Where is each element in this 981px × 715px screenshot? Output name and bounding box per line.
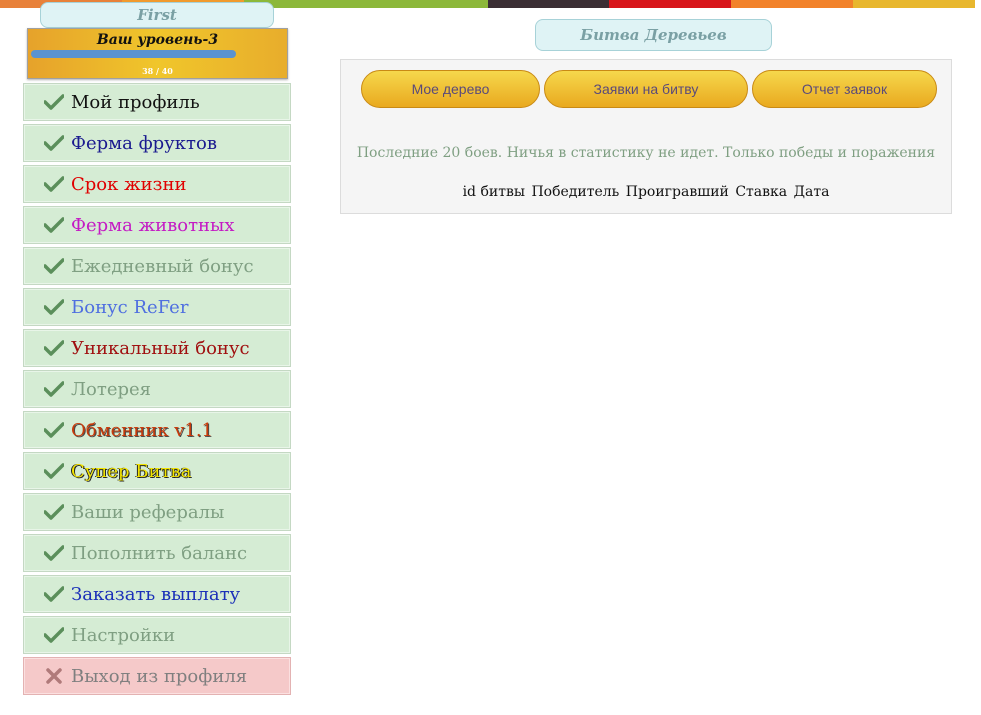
sidebar-item-fruit-farm[interactable]: Ферма фруктов (23, 124, 291, 162)
check-icon (44, 381, 64, 397)
sidebar-item-daily-bonus[interactable]: Ежедневный бонус (23, 247, 291, 285)
sidebar-item-top-up[interactable]: Пополнить баланс (23, 534, 291, 572)
sidebar-item-logout[interactable]: Выход из профиля (23, 657, 291, 695)
sidebar-item-label: Лотерея (71, 378, 151, 400)
check-icon (44, 586, 64, 602)
check-icon (44, 258, 64, 274)
check-icon (44, 135, 64, 151)
close-icon (46, 668, 62, 684)
check-icon (44, 463, 64, 479)
sidebar-item-withdraw[interactable]: Заказать выплату (23, 575, 291, 613)
page-title: Битва Деревьев (535, 19, 772, 51)
sidebar-item-animal-farm[interactable]: Ферма животных (23, 206, 291, 244)
battle-panel: Мое дерево Заявки на битву Отчет заявок … (340, 59, 952, 214)
sidebar-item-label: Ваши рефералы (71, 501, 225, 523)
sidebar-item-label: Ежедневный бонус (71, 255, 254, 277)
check-icon (44, 94, 64, 110)
sidebar-item-label: Мой профиль (71, 91, 200, 113)
sidebar-item-label: Выход из профиля (71, 665, 248, 687)
sidebar-menu: Мой профиль Ферма фруктов Срок жизни Фер… (23, 83, 291, 698)
level-panel: Ваш уровень-3 38 / 40 (27, 28, 288, 79)
sidebar-item-label: Ферма фруктов (71, 132, 217, 154)
check-icon (44, 422, 64, 438)
sidebar-item-label: Заказать выплату (71, 583, 241, 605)
sidebar-item-exchanger[interactable]: Обменник v1.1 (23, 411, 291, 449)
sidebar-item-label: Ферма животных (71, 214, 235, 236)
table-header-row: id битвы Победитель Проигравший Ставка Д… (341, 184, 951, 200)
check-icon (44, 545, 64, 561)
column-header: id битвы (462, 184, 525, 200)
column-header: Дата (793, 184, 830, 200)
check-icon (44, 176, 64, 192)
color-segment (853, 0, 975, 8)
sidebar-item-settings[interactable]: Настройки (23, 616, 291, 654)
column-header: Ставка (735, 184, 788, 200)
column-header: Проигравший (625, 184, 729, 200)
check-icon (44, 217, 64, 233)
sidebar-item-label: Срок жизни (71, 173, 187, 195)
level-progress-bar (31, 50, 236, 58)
sidebar-tab-title: First (40, 2, 274, 28)
color-segment (731, 0, 854, 8)
sidebar-item-super-battle[interactable]: Супер Битва (23, 452, 291, 490)
sidebar-item-profile[interactable]: Мой профиль (23, 83, 291, 121)
sidebar-item-referrals[interactable]: Ваши рефералы (23, 493, 291, 531)
sidebar-item-label: Пополнить баланс (71, 542, 248, 564)
check-icon (44, 504, 64, 520)
sidebar-item-label: Бонус ReFer (71, 296, 189, 318)
color-segment (609, 0, 732, 8)
sidebar-item-refer-bonus[interactable]: Бонус ReFer (23, 288, 291, 326)
sidebar-item-lottery[interactable]: Лотерея (23, 370, 291, 408)
sidebar-item-label: Обменник v1.1 (71, 419, 214, 441)
sidebar-item-unique-bonus[interactable]: Уникальный бонус (23, 329, 291, 367)
level-count: 38 / 40 (142, 66, 173, 76)
sidebar-item-label: Супер Битва (71, 460, 192, 482)
battle-requests-button[interactable]: Заявки на битву (544, 70, 748, 108)
requests-report-button[interactable]: Отчет заявок (752, 70, 937, 108)
sidebar-item-lifetime[interactable]: Срок жизни (23, 165, 291, 203)
check-icon (44, 627, 64, 643)
check-icon (44, 299, 64, 315)
column-header: Победитель (531, 184, 620, 200)
color-segment (365, 0, 488, 8)
level-title: Ваш уровень-3 (96, 32, 219, 48)
color-segment (487, 0, 610, 8)
sidebar-item-label: Настройки (71, 624, 176, 646)
my-tree-button[interactable]: Мое дерево (361, 70, 540, 108)
sidebar-item-label: Уникальный бонус (71, 337, 250, 359)
stats-note: Последние 20 боев. Ничья в статистику не… (356, 145, 936, 161)
check-icon (44, 340, 64, 356)
